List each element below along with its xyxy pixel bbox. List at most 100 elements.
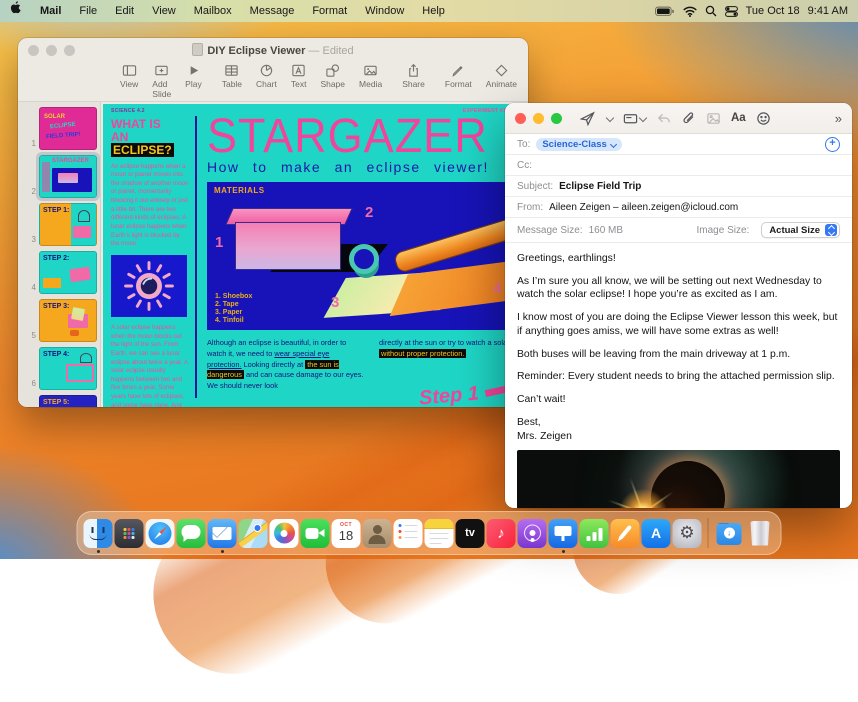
apple-menu[interactable]: [0, 0, 31, 23]
from-field[interactable]: From: Aileen Zeigen – aileen.zeigen@iclo…: [505, 197, 852, 218]
dock-safari-icon[interactable]: [146, 519, 175, 548]
menu-view[interactable]: View: [143, 0, 185, 22]
control-center-icon[interactable]: [725, 6, 738, 17]
subject-value: Eclipse Field Trip: [559, 181, 641, 192]
format-icon: [451, 63, 466, 78]
dock-pages-icon[interactable]: [611, 519, 640, 548]
to-field[interactable]: To: Science-Class +: [505, 134, 852, 155]
slide-thumbnail-5[interactable]: 5 STEP 3:: [26, 299, 100, 342]
insert-photo-button[interactable]: [706, 111, 721, 126]
dock-finder-icon[interactable]: [84, 519, 113, 548]
dock-numbers-icon[interactable]: [580, 519, 609, 548]
table-button[interactable]: Table: [216, 61, 248, 91]
slide-7-thumb: STEP 5:: [39, 395, 97, 407]
message-body[interactable]: Greetings, earthlings! As I’m sure you a…: [505, 243, 852, 447]
minimize-button[interactable]: [533, 113, 544, 124]
menu-help[interactable]: Help: [413, 0, 454, 22]
menu-mail[interactable]: Mail: [31, 0, 70, 22]
reply-indicator-button[interactable]: [656, 111, 671, 126]
wifi-icon[interactable]: [683, 6, 697, 17]
eclipse-photo-attachment[interactable]: [517, 450, 840, 508]
document-proxy-icon[interactable]: [192, 43, 203, 56]
menu-bar-clock[interactable]: 9:41 AM: [808, 5, 848, 17]
slide-thumbnail-4[interactable]: 4 STEP 2:: [26, 251, 100, 294]
messages-bubble: [177, 519, 206, 548]
chart-icon: [259, 63, 274, 78]
pages-pen: [611, 519, 640, 548]
dock-downloads-icon[interactable]: ↓: [715, 519, 744, 548]
zoom-button[interactable]: [551, 113, 562, 124]
subject-field[interactable]: Subject: Eclipse Field Trip: [505, 176, 852, 197]
battery-icon[interactable]: [655, 6, 675, 17]
format-button[interactable]: Format: [439, 61, 478, 91]
recipient-token[interactable]: Science-Class: [536, 138, 621, 151]
dock-facetime-icon[interactable]: [301, 519, 330, 548]
animate-icon: [494, 63, 509, 78]
slide-thumbnail-1[interactable]: 1 SOLAR ECLIPSE FIELD TRIP!: [26, 107, 100, 150]
text-button[interactable]: Text: [285, 61, 313, 91]
menu-edit[interactable]: Edit: [106, 0, 143, 22]
body-paragraph: Can’t wait!: [517, 393, 840, 407]
send-button[interactable]: [580, 111, 595, 126]
header-fields-chevron-icon: [639, 114, 647, 122]
image-size-popup[interactable]: Actual Size: [761, 222, 840, 238]
emoji-button[interactable]: [756, 111, 771, 126]
reminders-list: [394, 519, 423, 548]
from-value: Aileen Zeigen – aileen.zeigen@icloud.com: [549, 202, 738, 213]
body-paragraph: I know most of you are doing the Eclipse…: [517, 311, 840, 338]
add-recipient-button[interactable]: +: [825, 137, 840, 152]
caution-left: Although an eclipse is beautiful, in ord…: [207, 338, 365, 392]
document-button[interactable]: Document: [525, 61, 528, 91]
add-slide-button[interactable]: Add Slide: [146, 61, 177, 101]
keynote-titlebar: DIY Eclipse Viewer — Edited: [18, 38, 528, 59]
dock-music-icon[interactable]: ♪: [487, 519, 516, 548]
animate-button[interactable]: Animate: [480, 61, 523, 91]
menu-bar-date[interactable]: Tue Oct 18: [746, 5, 800, 17]
attach-button[interactable]: [681, 111, 696, 126]
menu-window[interactable]: Window: [356, 0, 413, 22]
header-fields-button[interactable]: [623, 111, 646, 126]
media-button[interactable]: Media: [353, 61, 388, 91]
slide-thumbnail-7[interactable]: 7 STEP 5:: [26, 395, 100, 407]
dock-calendar-icon[interactable]: OCT18: [332, 519, 361, 548]
dock-contacts-icon[interactable]: [363, 519, 392, 548]
eclipse-heading: WHAT ISAN ECLIPSE?: [111, 118, 189, 158]
dock-mail-icon[interactable]: [208, 519, 237, 548]
close-button[interactable]: [515, 113, 526, 124]
shape-button[interactable]: Shape: [314, 61, 351, 91]
dock-notes-icon[interactable]: [425, 519, 454, 548]
format-button[interactable]: Aa: [731, 112, 746, 124]
header-fields-icon: [623, 111, 638, 126]
cc-field[interactable]: Cc:: [505, 155, 852, 176]
dock-keynote-icon[interactable]: [549, 519, 578, 548]
dock-appletv-icon[interactable]: tv: [456, 519, 485, 548]
chart-button[interactable]: Chart: [250, 61, 283, 91]
thumb-graphic: [69, 267, 91, 283]
play-button[interactable]: Play: [179, 61, 208, 91]
dock-launchpad-icon[interactable]: [115, 519, 144, 548]
toolbar-overflow-button[interactable]: »: [835, 111, 842, 126]
dock-podcasts-icon[interactable]: [518, 519, 547, 548]
view-button[interactable]: View: [114, 61, 144, 91]
dock-trash-icon[interactable]: [746, 519, 775, 548]
slide-thumbnail-2[interactable]: 2 STARGAZER: [26, 155, 100, 198]
send-options-chevron-icon[interactable]: [606, 114, 614, 122]
slide-thumbnail-3[interactable]: 3 STEP 1:: [26, 203, 100, 246]
dock-reminders-icon[interactable]: [394, 519, 423, 548]
materials-box: MATERIALS 1 2 3 4 1. Shoebox 2. Tape: [207, 182, 513, 330]
settings-gear: ⚙: [673, 519, 702, 548]
slide-canvas[interactable]: SCIENCE 4.2 EXPERIMENT #11 WHAT ISAN ECL…: [103, 104, 525, 407]
thumb-graphic: [43, 278, 61, 288]
dock-appstore-icon[interactable]: A: [642, 519, 671, 548]
dock-maps-icon[interactable]: [239, 519, 268, 548]
dock-messages-icon[interactable]: [177, 519, 206, 548]
menu-format[interactable]: Format: [303, 0, 356, 22]
menu-mailbox[interactable]: Mailbox: [185, 0, 241, 22]
dock-photos-icon[interactable]: [270, 519, 299, 548]
search-icon[interactable]: [705, 5, 717, 17]
menu-message[interactable]: Message: [241, 0, 304, 22]
menu-file[interactable]: File: [70, 0, 106, 22]
share-button[interactable]: Share: [396, 61, 431, 91]
dock-settings-icon[interactable]: ⚙: [673, 519, 702, 548]
slide-thumbnail-6[interactable]: 6 STEP 4:: [26, 347, 100, 390]
